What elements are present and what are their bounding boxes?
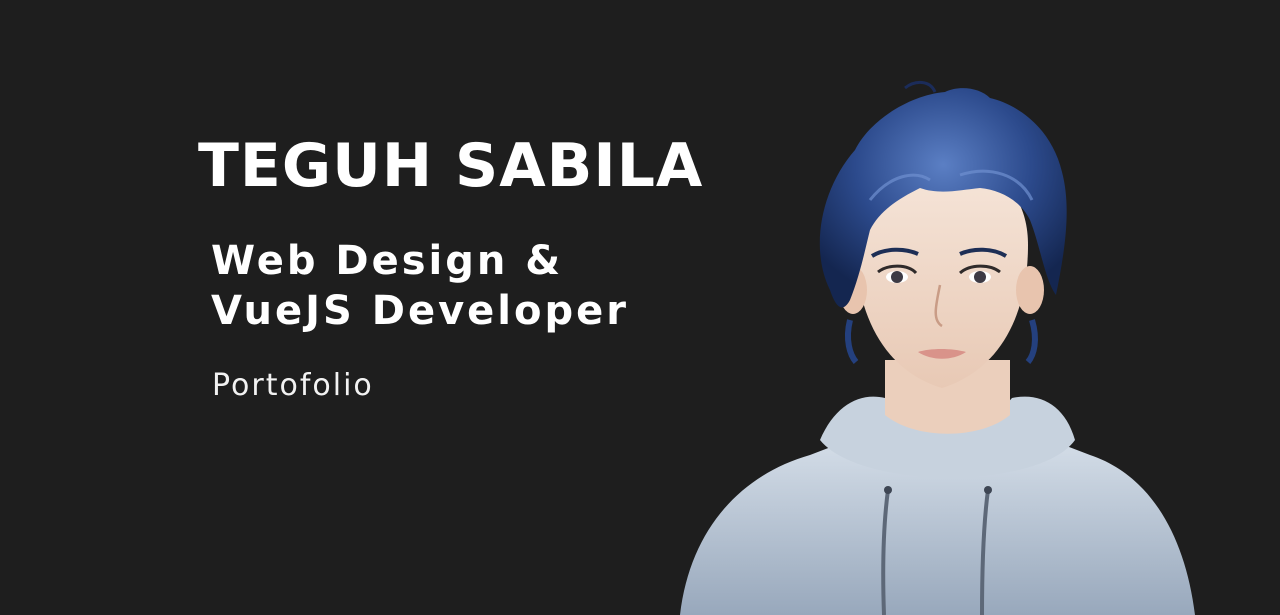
portrait-illustration bbox=[660, 80, 1220, 615]
hero-subtitle: Portofolio bbox=[212, 368, 374, 403]
hero-role-line-2: VueJS Developer bbox=[211, 288, 629, 334]
hero-role: Web Design & VueJS Developer bbox=[211, 236, 629, 336]
hero-banner: TEGUH SABILA Web Design & VueJS Develope… bbox=[0, 0, 1280, 615]
hero-role-line-1: Web Design & bbox=[211, 238, 564, 284]
hero-name: TEGUH SABILA bbox=[198, 131, 704, 201]
